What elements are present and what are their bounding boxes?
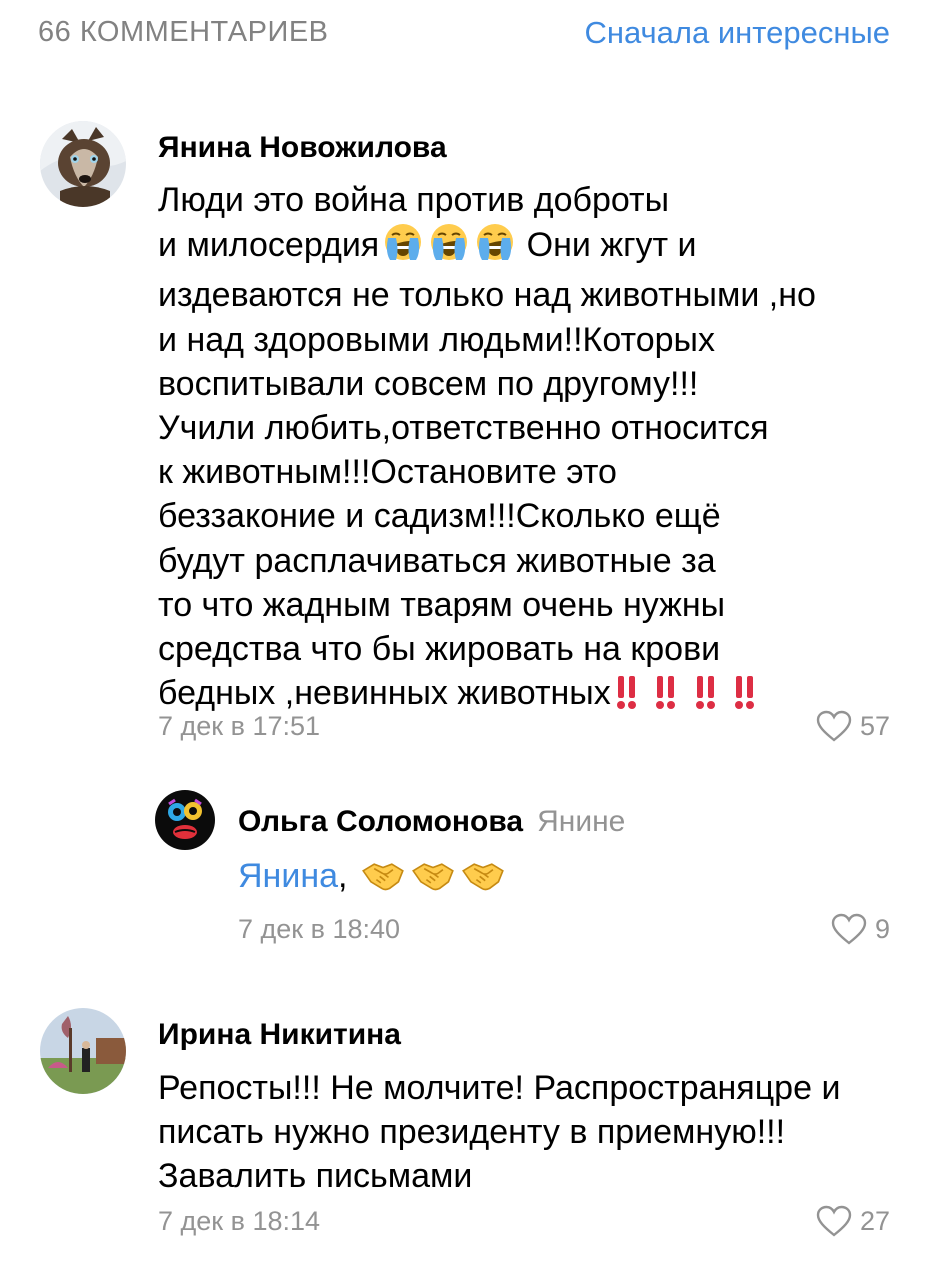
like-button[interactable]: 27 (816, 1205, 890, 1237)
handshake-icon (411, 853, 455, 904)
loudly-crying-face-icon (475, 222, 515, 273)
heart-icon (831, 913, 867, 945)
reply-author-name[interactable]: Ольга Соломонова (238, 805, 523, 838)
double-exclamation-icon (615, 674, 639, 721)
comment-text-suffix: , (338, 857, 348, 895)
like-count: 27 (859, 1205, 890, 1236)
comment-line: Завалить письмами (158, 1157, 473, 1196)
comment-line: и над здоровыми людьми!!Которых (158, 320, 715, 359)
comment-reply: Ольга Соломонова Янине Янина, 7 дек в 18:… (0, 790, 928, 970)
comment-text: Люди это война против доброты и милосерд… (158, 178, 898, 721)
handshake-icon (461, 853, 505, 904)
comment-line: бедных ,невинных животных (158, 674, 611, 713)
loudly-crying-face-icon (429, 222, 469, 273)
heart-icon (816, 1205, 852, 1237)
comment-line: будут расплачиваться животные за (158, 541, 716, 580)
like-count: 9 (874, 913, 890, 944)
cartoon-avatar-image (155, 790, 215, 850)
comment: Янина Новожилова Люди это война против д… (0, 100, 928, 760)
comments-count: 66 КОММЕНТАРИЕВ (38, 16, 329, 48)
comment-line: то что жадным тварям очень нужны (158, 585, 726, 624)
comments-header: 66 КОММЕНТАРИЕВ Сначала интересные (0, 0, 928, 70)
mention-link[interactable]: Янина (238, 857, 338, 895)
avatar[interactable] (40, 1008, 126, 1094)
double-exclamation-icon (654, 674, 678, 721)
comment-date[interactable]: 7 дек в 17:51 (158, 711, 320, 742)
comment-line: воспитывали совсем по другому!!! (158, 364, 699, 403)
dog-avatar-image (40, 121, 126, 207)
comment-line: Репосты!!! Не молчите! Распространяцре и (158, 1069, 841, 1107)
comment-date[interactable]: 7 дек в 18:14 (158, 1206, 320, 1237)
comment-text: Репосты!!! Не молчите! Распространяцре и… (158, 1066, 908, 1199)
comment-line: беззаконие и садизм!!!Сколько ещё (158, 497, 721, 536)
comment-line: Учили любить,ответственно относится (158, 409, 769, 448)
comment-author[interactable]: Ирина Никитина (158, 1018, 401, 1052)
comment-line: писать нужно президенту в приемную!!! (158, 1113, 786, 1152)
comment-line: к животным!!!Остановите это (158, 453, 617, 492)
comment-line: издеваются не только над животными ,но (158, 276, 816, 315)
double-exclamation-icon (733, 674, 757, 721)
comment-line: и милосердия (158, 226, 380, 265)
like-button[interactable]: 9 (831, 913, 890, 945)
loudly-crying-face-icon (383, 222, 423, 273)
like-count: 57 (859, 710, 890, 741)
avatar[interactable] (155, 790, 215, 850)
heart-icon (816, 710, 852, 742)
comment-line: Они жгут и (526, 226, 697, 265)
comment-author: Ольга Соломонова Янине (238, 805, 625, 839)
avatar[interactable] (40, 121, 126, 207)
comment-line: средства что бы жировать на крови (158, 630, 721, 669)
sort-order-button[interactable]: Сначала интересные (584, 15, 890, 51)
comment: Ирина Никитина Репосты!!! Не молчите! Ра… (0, 1000, 928, 1260)
comment-author[interactable]: Янина Новожилова (158, 131, 447, 165)
comment-date[interactable]: 7 дек в 18:40 (238, 914, 400, 945)
photo-avatar-image (40, 1008, 126, 1094)
comment-text: Янина, (238, 853, 898, 904)
reply-to-link[interactable]: Янине (537, 805, 625, 838)
like-button[interactable]: 57 (816, 710, 890, 742)
handshake-icon (361, 853, 405, 904)
double-exclamation-icon (694, 674, 718, 721)
comment-line: Люди это война против доброты (158, 181, 670, 219)
